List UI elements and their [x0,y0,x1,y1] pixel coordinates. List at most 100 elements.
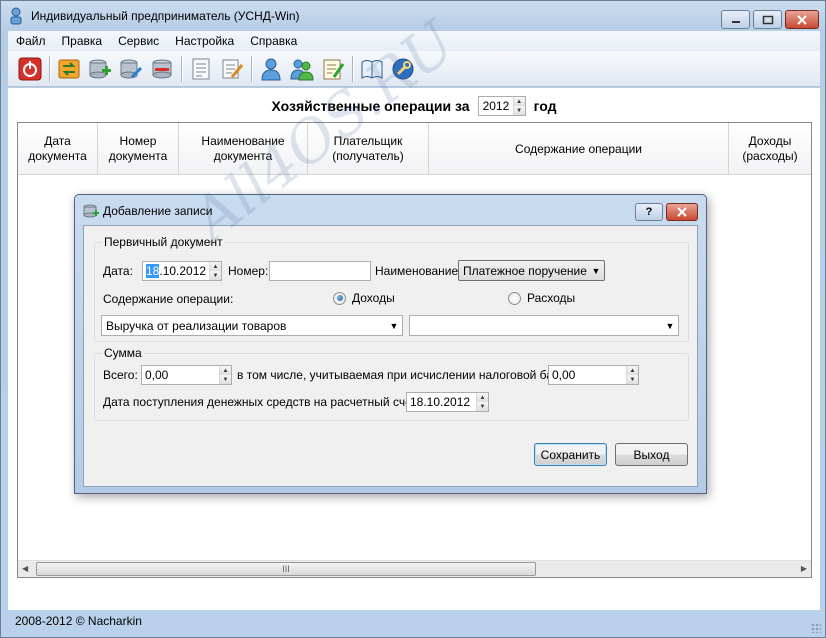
close-icon [797,14,807,25]
spin-down-icon[interactable]: ▼ [220,375,231,384]
menu-service[interactable]: Сервис [110,34,167,48]
group-label-amount: Сумма [102,346,144,360]
date-field[interactable]: 18.10.2012 ▲ ▼ [142,261,222,281]
doc-name-label: Наименование: [375,264,462,278]
spin-up-icon[interactable]: ▲ [477,393,488,402]
primary-document-group: Первичный документ Дата: 18.10.2012 ▲ ▼ … [94,235,689,342]
date-spin-buttons[interactable]: ▲ ▼ [209,262,221,280]
edit-doc-tool-button[interactable] [218,55,245,82]
minimize-button[interactable] [721,10,750,29]
exchange-tool-button[interactable] [55,55,82,82]
receipt-date-label: Дата поступления денежных средств на рас… [103,395,421,409]
dialog-body: Первичный документ Дата: 18.10.2012 ▲ ▼ … [83,225,698,487]
spin-up-icon[interactable]: ▲ [210,262,221,271]
spin-up-icon[interactable]: ▲ [220,366,231,375]
chevron-down-icon: ▼ [389,320,399,331]
spin-down-icon[interactable]: ▼ [477,402,488,411]
edit-record-tool-button[interactable] [117,55,144,82]
notes-icon [192,58,209,79]
radio-income[interactable]: Доходы [333,291,395,305]
taxbase-field[interactable]: 0,00 ▲ ▼ [548,365,639,385]
close-button[interactable] [785,10,819,29]
scroll-thumb[interactable]: III [36,562,536,576]
toolbar-separator [352,55,354,82]
scroll-left-icon[interactable]: ◀ [22,564,28,573]
save-button[interactable]: Сохранить [534,443,607,466]
title-bar[interactable]: Индивидуальный предприниматель (УСНД-Win… [1,1,825,31]
operation-label: Содержание операции: [103,292,234,306]
spin-down-icon[interactable]: ▼ [513,106,525,115]
chevron-down-icon: ▼ [591,265,601,276]
dialog-help-button[interactable]: ? [635,203,663,221]
number-label: Номер: [228,264,269,278]
delete-record-tool-button[interactable] [148,55,175,82]
users-tool-button[interactable] [288,55,315,82]
settings-icon [392,58,413,79]
book-icon [361,59,382,79]
add-record-dialog: Добавление записи ? Первичный документ Д… [74,194,707,494]
year-stepper[interactable]: 2012 ▲ ▼ [477,96,526,116]
spin-up-icon[interactable]: ▲ [627,366,638,375]
exchange-icon [58,59,79,78]
doc-name-select[interactable]: Платежное поручение ▼ [458,260,605,281]
scroll-right-icon[interactable]: ▶ [801,564,807,573]
user-icon [260,58,281,80]
year-value[interactable]: 2012 [479,99,513,113]
radio-income-dot[interactable] [333,291,346,305]
receipt-spin-buttons[interactable]: ▲ ▼ [476,393,488,411]
total-field[interactable]: 0,00 ▲ ▼ [141,365,232,385]
user-tool-button[interactable] [257,55,284,82]
menu-edit[interactable]: Правка [54,34,111,48]
dialog-title: Добавление записи [103,204,213,218]
book-tool-button[interactable] [358,55,385,82]
window-title: Индивидуальный предприниматель (УСНД-Win… [31,9,300,23]
heading-suffix: год [533,98,557,114]
maximize-button[interactable] [753,10,782,29]
taxbase-value[interactable]: 0,00 [549,368,626,382]
column-header-date[interactable]: Дата документа [18,123,98,175]
spin-down-icon[interactable]: ▼ [627,375,638,384]
resize-grip[interactable] [811,623,821,633]
menu-help[interactable]: Справка [242,34,305,48]
table-header: Дата документа Номер документа Наименова… [18,123,811,175]
total-value[interactable]: 0,00 [142,368,219,382]
total-spin-buttons[interactable]: ▲ ▼ [219,366,231,384]
chevron-down-icon: ▼ [665,320,675,331]
toolbar [8,51,820,87]
toolbar-separator [181,55,183,82]
notes-tool-button[interactable] [187,55,214,82]
dialog-close-button[interactable] [666,203,698,221]
column-header-number[interactable]: Номер документа [98,123,179,175]
users-icon [289,59,314,80]
column-header-payer[interactable]: Плательщик (получатель) [308,123,429,175]
horizontal-scrollbar[interactable]: ◀ III ▶ [18,560,811,577]
close-icon [677,207,687,217]
operation-subselect[interactable]: ▼ [409,315,679,336]
spin-down-icon[interactable]: ▼ [210,271,221,280]
add-record-tool-button[interactable] [86,55,113,82]
menu-file[interactable]: Файл [8,34,54,48]
operation-select[interactable]: Выручка от реализации товаров ▼ [101,315,403,336]
receipt-date-field[interactable]: 18.10.2012 ▲ ▼ [406,392,489,412]
taxbase-spin-buttons[interactable]: ▲ ▼ [626,366,638,384]
settings-tool-button[interactable] [389,55,416,82]
receipt-date-value[interactable]: 18.10.2012 [407,395,476,409]
exit-tool-button[interactable] [16,55,43,82]
exit-button[interactable]: Выход [615,443,688,466]
spin-up-icon[interactable]: ▲ [513,97,525,106]
edit-icon [323,59,344,79]
year-spin-buttons[interactable]: ▲ ▼ [512,97,525,115]
toolbar-separator [251,55,253,82]
number-field[interactable] [269,261,371,281]
radio-expense[interactable]: Расходы [508,291,575,305]
menu-bar: Файл Правка Сервис Настройка Справка [8,31,820,51]
column-header-income[interactable]: Доходы (расходы) [729,123,811,175]
menu-settings[interactable]: Настройка [167,34,242,48]
column-header-content[interactable]: Содержание операции [429,123,729,175]
operation-value: Выручка от реализации товаров [106,318,287,333]
edit-tool-button[interactable] [319,55,346,82]
date-rest: .10.2012 [159,264,207,278]
edit-doc-icon [222,59,243,78]
column-header-name[interactable]: Наименование документа [179,123,308,175]
radio-expense-dot[interactable] [508,291,521,305]
